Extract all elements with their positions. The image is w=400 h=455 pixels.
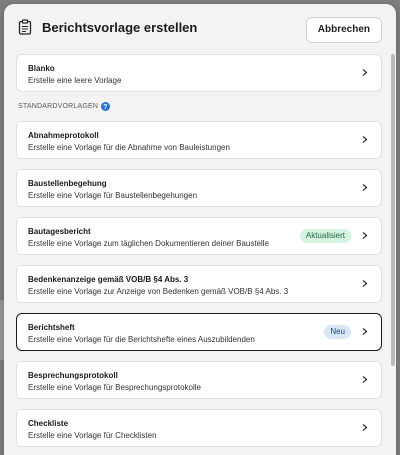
dialog-title: Berichtsvorlage erstellen	[42, 19, 198, 35]
card-description: Erstelle eine Vorlage für Baustellenbege…	[28, 191, 198, 200]
template-card-baustellenbegehung[interactable]: Baustellenbegehung Erstelle eine Vorlage…	[16, 169, 382, 207]
card-title: Besprechungsprotokoll	[28, 371, 118, 380]
template-list[interactable]: Blanko Erstelle eine leere Vorlage STAND…	[4, 50, 390, 455]
card-title: Bedenkenanzeige gemäß VOB/B §4 Abs. 3	[28, 275, 189, 284]
template-card-checkliste[interactable]: Checkliste Erstelle eine Vorlage für Che…	[16, 409, 382, 447]
chevron-right-icon	[362, 69, 368, 76]
cancel-button[interactable]: Abbrechen	[305, 17, 382, 43]
template-card-bautagesbericht[interactable]: Bautagesbericht Erstelle eine Vorlage zu…	[16, 217, 382, 255]
chevron-right-icon	[362, 232, 368, 239]
dialog-header: Berichtsvorlage erstellen Abbrechen	[4, 4, 396, 50]
chevron-right-icon	[362, 136, 368, 143]
template-card-besprechungsprotokoll[interactable]: Besprechungsprotokoll Erstelle eine Vorl…	[16, 361, 382, 399]
scrollbar[interactable]	[391, 54, 395, 366]
svg-text:?: ?	[103, 104, 107, 111]
chevron-right-icon	[362, 328, 368, 335]
chevron-right-icon	[362, 376, 368, 383]
card-title: Blanko	[28, 64, 55, 73]
card-description: Erstelle eine leere Vorlage	[28, 76, 122, 85]
card-description: Erstelle eine Vorlage für die Abnahme vo…	[28, 143, 230, 152]
card-title: Berichtsheft	[28, 323, 75, 332]
template-card-blank[interactable]: Blanko Erstelle eine leere Vorlage	[16, 54, 382, 92]
card-title: Abnahmeprotokoll	[28, 131, 99, 140]
section-header-standard-templates: STANDARDVORLAGEN ?	[18, 102, 390, 111]
card-description: Erstelle eine Vorlage zur Anzeige von Be…	[28, 287, 289, 296]
chevron-right-icon	[362, 280, 368, 287]
card-title: Baustellenbegehung	[28, 179, 107, 188]
card-description: Erstelle eine Vorlage für die Berichtshe…	[28, 335, 255, 344]
template-card-abnahmeprotokoll[interactable]: Abnahmeprotokoll Erstelle eine Vorlage f…	[16, 121, 382, 159]
status-badge-new: Neu	[324, 325, 351, 339]
create-template-dialog: Berichtsvorlage erstellen Abbrechen Blan…	[4, 4, 396, 455]
chevron-right-icon	[362, 184, 368, 191]
card-description: Erstelle eine Vorlage für Besprechungspr…	[28, 383, 201, 392]
template-card-bedenkenanzeige[interactable]: Bedenkenanzeige gemäß VOB/B §4 Abs. 3 Er…	[16, 265, 382, 303]
section-label: STANDARDVORLAGEN	[18, 103, 99, 110]
card-title: Checkliste	[28, 419, 69, 428]
chevron-right-icon	[362, 424, 368, 431]
question-circle-icon[interactable]: ?	[101, 102, 111, 111]
clipboard-icon	[18, 19, 32, 35]
template-card-berichtsheft[interactable]: Berichtsheft Erstelle eine Vorlage für d…	[16, 313, 382, 351]
card-description: Erstelle eine Vorlage für Checklisten	[28, 431, 157, 440]
status-badge-updated: Aktualisiert	[299, 229, 351, 243]
